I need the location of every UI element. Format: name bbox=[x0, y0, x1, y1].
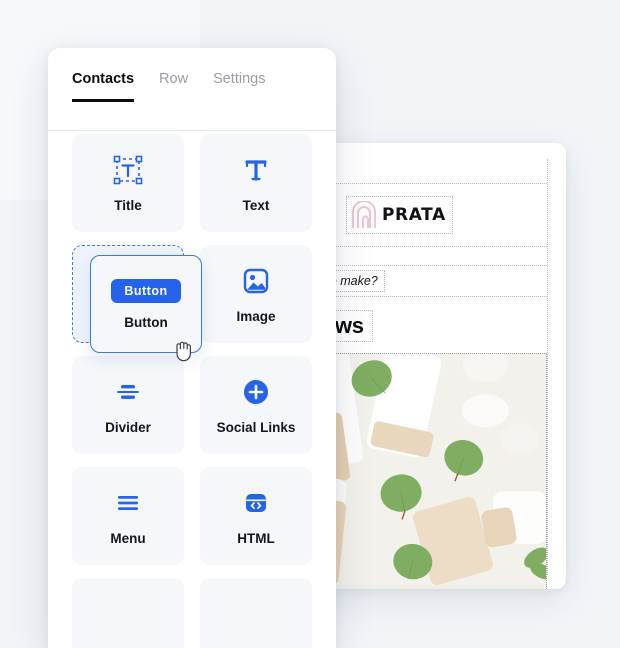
logo-selection-box[interactable]: PRATA bbox=[346, 196, 453, 234]
dragged-button-tile[interactable]: Button Button bbox=[90, 255, 202, 362]
block-tile-label: HTML bbox=[237, 531, 275, 547]
hamburger-menu-icon bbox=[111, 486, 145, 520]
block-tile-label: Title bbox=[114, 198, 142, 214]
email-preview-card[interactable]: PRATA ouncement to make? r big news bbox=[296, 143, 566, 589]
block-tile-label: Divider bbox=[105, 420, 151, 436]
prata-arch-logo-icon bbox=[352, 201, 376, 228]
block-tile-label: Social Links bbox=[216, 420, 296, 436]
button-pill-icon: Button bbox=[111, 278, 181, 303]
email-content-area: PRATA ouncement to make? r big news bbox=[296, 159, 548, 589]
block-tile-title[interactable]: Title bbox=[72, 134, 184, 232]
product-flatlay-image bbox=[311, 354, 546, 586]
plus-circle-icon bbox=[239, 375, 273, 409]
title-frame-icon bbox=[111, 153, 145, 187]
panel-tabs: Contacts Row Settings bbox=[48, 48, 336, 131]
block-tile-label: Image bbox=[236, 309, 276, 325]
block-tile-next-right[interactable] bbox=[200, 578, 312, 648]
block-tile-label: Text bbox=[242, 198, 270, 214]
tab-settings[interactable]: Settings bbox=[213, 72, 265, 101]
grabbing-hand-cursor bbox=[173, 338, 195, 367]
tab-row[interactable]: Row bbox=[159, 72, 188, 101]
blocks-grid: Title Text Button Button Image Divider S… bbox=[72, 134, 312, 648]
email-logo-block[interactable]: PRATA bbox=[310, 183, 547, 247]
logo-wordmark: PRATA bbox=[382, 204, 446, 225]
block-tile-next-left[interactable] bbox=[72, 578, 184, 648]
email-image-block[interactable] bbox=[310, 353, 547, 589]
block-tile-divider[interactable]: Divider bbox=[72, 356, 184, 454]
block-tile-label: Menu bbox=[110, 531, 146, 547]
block-tile-image[interactable]: Image bbox=[200, 245, 312, 343]
block-tile-button-slot[interactable]: Button Button bbox=[72, 245, 202, 362]
image-picture-icon bbox=[239, 264, 273, 298]
block-tile-social-links[interactable]: Social Links bbox=[200, 356, 312, 454]
block-tile-label: Button bbox=[124, 315, 168, 330]
block-tile-text[interactable]: Text bbox=[200, 134, 312, 232]
divider-lines-icon bbox=[111, 375, 145, 409]
code-brackets-icon bbox=[239, 486, 273, 520]
tab-contacts[interactable]: Contacts bbox=[72, 72, 135, 101]
email-preheader-block[interactable]: ouncement to make? bbox=[296, 265, 547, 297]
text-t-icon bbox=[239, 153, 273, 187]
blocks-panel: Contacts Row Settings Title Text Button … bbox=[48, 48, 336, 648]
email-heading-block[interactable]: r big news bbox=[296, 307, 547, 345]
block-tile-html[interactable]: HTML bbox=[200, 467, 312, 565]
block-tile-menu[interactable]: Menu bbox=[72, 467, 184, 565]
